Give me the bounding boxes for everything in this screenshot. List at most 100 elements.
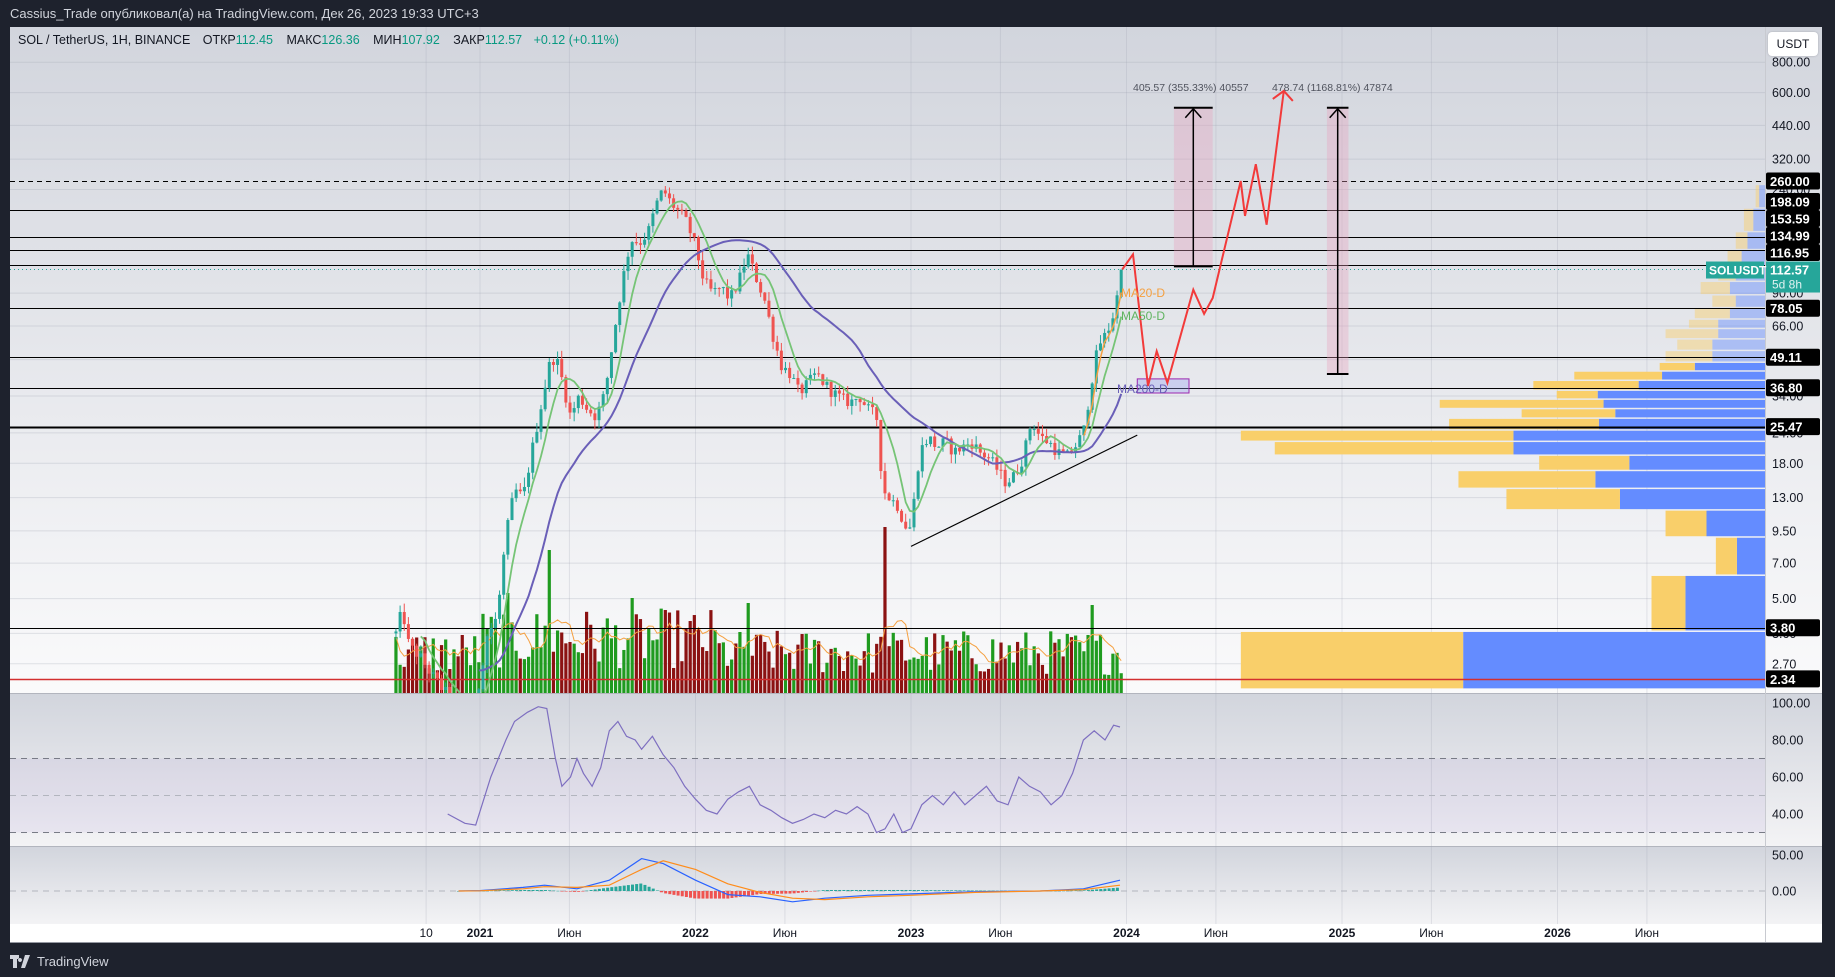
price-tick-label: 600.00: [1772, 86, 1810, 100]
time-tick-label: Июн: [988, 926, 1012, 940]
candle-body: [684, 210, 688, 217]
low-value: 107.92: [401, 33, 440, 47]
candle-body: [1098, 343, 1102, 351]
volume-bar: [564, 643, 568, 693]
time-tick-label: 2024: [1113, 926, 1140, 940]
time-tick-label: 10: [419, 926, 433, 940]
volume-bar: [941, 635, 945, 693]
candle-body: [763, 292, 767, 301]
level-price-label: 3.80: [1770, 621, 1795, 636]
candle-body: [626, 256, 630, 272]
candle-body: [394, 631, 398, 634]
macd-histogram-bar: [502, 890, 506, 891]
candle-body: [655, 200, 659, 214]
macd-histogram-bar: [912, 890, 916, 891]
macd-histogram-bar: [560, 891, 564, 892]
volume-bar: [1078, 642, 1082, 693]
volume-bar: [464, 647, 469, 693]
macd-histogram-bar: [664, 891, 668, 894]
candle-body: [858, 398, 862, 403]
time-tick-label: Июн: [557, 926, 581, 940]
candle-body: [842, 393, 846, 395]
macd-histogram-bar: [572, 891, 576, 892]
volume-bar: [771, 667, 775, 693]
time-tick-label: 2026: [1544, 926, 1571, 940]
candle-body: [589, 409, 593, 414]
volume-bar: [456, 656, 460, 693]
candle-body: [953, 447, 957, 455]
profile-row-down: [1615, 409, 1765, 418]
volume-bar: [804, 633, 808, 693]
profile-row-up: [1574, 371, 1663, 380]
candle-body: [419, 653, 423, 657]
candle-body: [933, 436, 937, 447]
brand-name: TradingView: [37, 953, 109, 969]
volume-bar: [514, 650, 518, 693]
macd-histogram-bar: [904, 889, 908, 891]
candle-body: [1053, 442, 1057, 455]
volume-bar: [883, 527, 887, 693]
chart-canvas[interactable]: MA20-D MA50-D MA200-D 405.57 (355.33%) 4…: [0, 0, 1835, 977]
candle-body: [725, 287, 729, 299]
profile-row-down: [1513, 442, 1765, 455]
macd-histogram-bar: [850, 889, 854, 891]
volume-bar: [800, 634, 804, 693]
candle-body: [634, 242, 638, 244]
candle-body: [779, 350, 783, 371]
volume-bar: [962, 631, 966, 693]
candle-body: [556, 359, 560, 365]
candle-body: [1049, 442, 1053, 444]
level-price-label: 153.59: [1770, 212, 1810, 227]
volume-bar: [808, 663, 812, 693]
macd-histogram-bar: [858, 889, 862, 891]
candle-body: [846, 393, 850, 406]
macd-histogram-bar: [933, 890, 937, 891]
volume-bar: [904, 660, 908, 693]
candle-body: [506, 520, 510, 555]
volume-bar: [1057, 639, 1061, 693]
profile-row-down: [1685, 575, 1765, 631]
volume-bar: [580, 653, 585, 693]
volume-bar: [920, 655, 924, 693]
candle-body: [440, 678, 444, 691]
candle-body: [730, 290, 734, 299]
volume-bar: [547, 550, 551, 693]
candle-body: [572, 408, 576, 413]
profile-row-down: [1629, 455, 1765, 470]
macd-histogram-bar: [896, 889, 900, 891]
candle-body: [879, 419, 883, 472]
macd-histogram-bar: [842, 889, 846, 891]
candle-body: [1032, 429, 1036, 431]
macd-histogram-bar: [531, 889, 535, 891]
volume-bar: [701, 647, 705, 693]
footer-brand[interactable]: TradingView: [10, 951, 109, 971]
profile-row-down: [1662, 371, 1765, 380]
candle-body: [837, 390, 841, 394]
volume-bar: [589, 624, 593, 693]
candle-body: [518, 489, 522, 492]
time-tick-label: 2023: [898, 926, 925, 940]
macd-histogram-bar: [929, 890, 933, 891]
candle-body: [862, 402, 866, 405]
volume-bar: [966, 635, 970, 693]
candle-body: [427, 664, 431, 674]
profile-row-up: [1694, 308, 1730, 319]
volume-bar: [970, 658, 974, 693]
level-price-label: 36.80: [1770, 381, 1803, 396]
change-value: +0.12 (+0.11%): [533, 33, 619, 47]
candle-body: [887, 493, 891, 501]
volume-bar: [597, 661, 601, 693]
price-tick-label: 440.00: [1772, 119, 1810, 133]
candle-body: [937, 446, 941, 448]
currency-button[interactable]: USDT: [1768, 32, 1818, 56]
volume-bar: [767, 651, 771, 693]
macd-histogram-bar: [643, 884, 647, 891]
macd-pane[interactable]: [10, 847, 1822, 924]
macd-histogram-bar: [979, 890, 983, 892]
macd-histogram-bar: [535, 889, 539, 891]
rsi-tick-label: 80.00: [1772, 734, 1803, 748]
candle-body: [829, 381, 833, 397]
candle-body: [692, 233, 696, 238]
macd-histogram-bar: [610, 887, 614, 891]
candle-body: [593, 413, 597, 421]
